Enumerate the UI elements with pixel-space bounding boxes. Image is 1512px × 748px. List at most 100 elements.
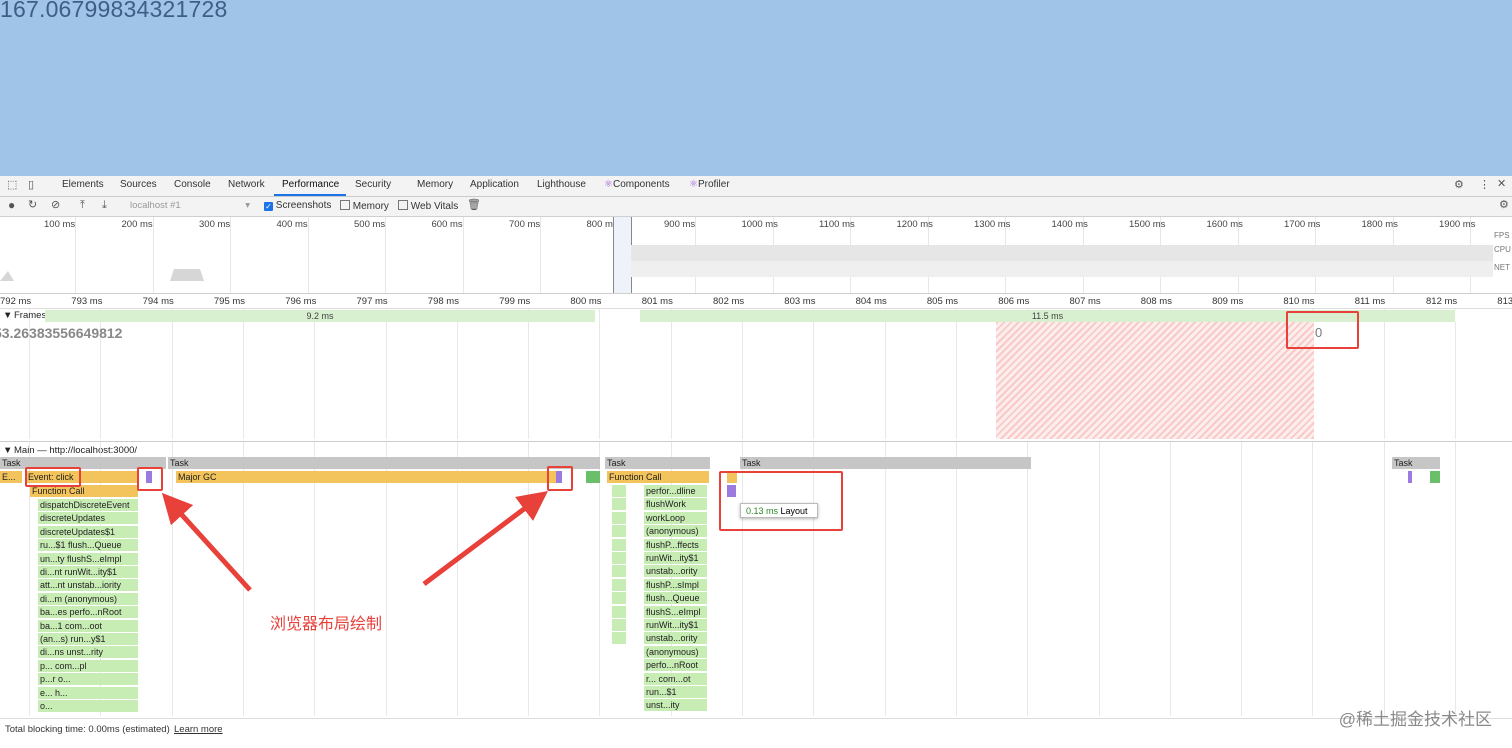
memory-checkbox[interactable]: Memory [340,200,389,212]
timeline-gridline [670,309,672,439]
overview-dimmed-region [631,261,1493,277]
dropped-frame-region[interactable] [996,322,1314,439]
overview-tick-label: 1800 ms [1361,219,1398,230]
screenshot-text: 53.26383556649812 [0,325,123,341]
tab-network[interactable]: Network [228,179,265,190]
close-icon[interactable]: ✕ [1497,179,1506,190]
overview-tick-label: 900 ms [664,219,696,230]
tab-application[interactable]: Application [470,179,519,190]
ruler-tick-label: 802 ms [713,296,745,307]
page-viewport [0,0,1512,176]
tab-lighthouse[interactable]: Lighthouse [537,179,586,190]
juejin-watermark: @稀土掘金技术社区 [1338,710,1492,729]
more-options-icon[interactable]: ⋮ [1479,180,1490,191]
screenshots-checkbox[interactable]: ✓ Screenshots [264,200,331,211]
overview-tick-label: 1200 ms [896,219,933,230]
overview-tick-label: 500 ms [354,219,386,230]
checkbox-checked-icon: ✓ [264,202,273,211]
capture-settings-icon[interactable]: ⚙ [1499,200,1509,211]
performance-toolbar: ● ↻ ⊘ ⤒ ⤓ localhost #1 ▾ ✓ Screenshots Me… [0,197,1512,217]
frames-track: ▼ Frames 9.2 ms 11.5 ms 53.2638355664981… [0,309,1512,439]
ruler-tick-label: 805 ms [926,296,959,307]
devtools-tabbar: ⬚ ▯ Elements Sources Console Network Per… [0,176,1512,197]
timeline-gridline [242,309,244,439]
timeline-gridline [171,309,173,439]
frames-expand-icon[interactable]: ▼ [3,310,12,321]
timeline-overview[interactable]: 100 ms 200 ms 300 ms 400 ms 500 ms 600 ms 700 … [0,217,1512,294]
overview-tick-label: 1700 ms [1284,219,1321,230]
overview-tick-label: 1100 ms [819,219,855,230]
arrow-to-paint-1 [161,492,252,592]
record-icon[interactable]: ● [8,199,15,211]
overview-tick-label: 300 ms [199,219,231,230]
react-icon: ⚛ [689,179,698,190]
active-tab-indicator [274,194,346,196]
ruler-tick-label: 801 ms [641,296,673,307]
tab-sources[interactable]: Sources [120,179,157,190]
download-icon[interactable]: ⤓ [102,200,107,211]
fps-label: FPS [1494,231,1510,240]
trash-icon[interactable]: 🗑 [467,200,481,211]
annotation-text: 浏览器布局绘制 [270,616,383,633]
reload-icon[interactable]: ↻ [28,200,37,211]
selection-window[interactable] [613,217,632,293]
annotation-arrows [161,491,548,592]
cpu-activity-graph [0,269,610,281]
ruler-tick-label: 794 ms [142,296,174,307]
screenshots-label: Screenshots [275,200,332,211]
overview-tick-label: 700 ms [509,219,541,230]
timeline-gridline [599,309,601,439]
tab-security[interactable]: Security [355,179,391,190]
timeline-gridline [1383,309,1385,439]
tab-performance[interactable]: Performance [282,179,339,190]
highlight-box [1286,311,1359,349]
frames-label: Frames [14,310,47,321]
cpu-label: CPU [1494,245,1511,254]
upload-icon[interactable]: ⤒ [80,200,85,211]
ruler-tick-label: 813 [1497,296,1512,307]
overview-tick-label: 1300 ms [974,219,1011,230]
frame-bar[interactable]: 9.2 ms [45,310,596,322]
checkbox-empty-icon [340,200,350,210]
tab-elements[interactable]: Elements [62,179,104,190]
net-label: NET [1494,263,1510,272]
overview-tick-label: 600 ms [431,219,463,230]
overview-tick-label: 100 ms [44,219,76,230]
ruler-tick-label: 792 ms [0,296,32,307]
page-number-text: 167.06799834321728 [0,0,228,22]
ruler-tick-label: 800 ms [570,296,602,307]
ruler-tick-label: 796 ms [285,296,317,307]
ruler-tick-label: 797 ms [356,296,388,307]
memory-label: Memory [352,201,389,212]
settings-icon[interactable]: ⚙ [1454,180,1464,191]
timeline-gridline [884,309,886,439]
device-toolbar-icon[interactable]: ▯ [28,180,34,191]
ruler-tick-label: 806 ms [998,296,1030,307]
clear-icon[interactable]: ⊘ [51,200,60,211]
ruler-tick-label: 798 ms [427,296,459,307]
tab-profiler-label: Profiler [697,179,730,190]
ruler-tick-label: 803 ms [784,296,816,307]
inspect-element-icon[interactable]: ⬚ [7,180,17,191]
arrow-to-paint-2 [422,491,548,586]
webvitals-checkbox[interactable]: Web Vitals [398,200,458,212]
ruler-tick-label: 804 ms [855,296,887,307]
timeline-gridline [385,309,387,439]
learn-more-link[interactable]: Learn more [174,724,223,735]
timeline-gridline [528,309,530,439]
ruler-tick-label: 808 ms [1140,296,1172,307]
tab-memory[interactable]: Memory [417,179,453,190]
recording-select[interactable]: localhost #1 ▾ [130,200,250,211]
overview-tick-label: 1900 ms [1439,219,1476,230]
ruler-tick-label: 812 ms [1426,296,1458,307]
ruler-tick-label: 810 ms [1283,296,1315,307]
overview-tick-label: 1500 ms [1129,219,1166,230]
tab-components[interactable]: ⚛Components [604,179,670,190]
status-bar: Total blocking time: 0.00ms (estimated) … [0,718,1512,741]
ruler-tick-label: 795 ms [213,296,246,307]
tab-console[interactable]: Console [174,179,211,190]
ruler-tick-label: 807 ms [1069,296,1101,307]
ruler-tick-label: 799 ms [499,296,531,307]
tab-profiler[interactable]: ⚛Profiler [689,179,730,190]
ruler-tick-label: 811 ms [1354,296,1386,307]
